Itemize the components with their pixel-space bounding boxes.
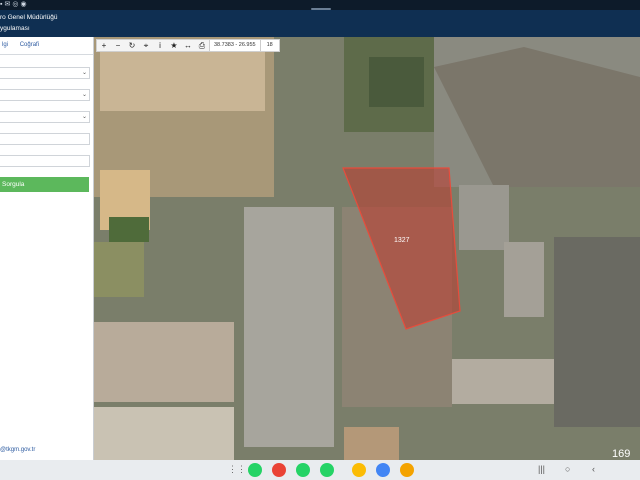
recent-apps-icon[interactable]: ||| xyxy=(538,464,545,474)
star-icon[interactable]: ★ xyxy=(167,40,181,51)
tab-geographic[interactable]: Coğrafi xyxy=(20,42,39,48)
contact-email[interactable]: @tkgm.gov.tr xyxy=(0,447,35,453)
district-select[interactable]: ⌄ xyxy=(0,89,90,101)
app-icon[interactable] xyxy=(400,463,414,477)
status-icons: ▪✉◎◉ xyxy=(0,1,29,8)
chevron-down-icon: ⌄ xyxy=(81,114,87,120)
neighborhood-select[interactable]: ⌄ xyxy=(0,111,90,123)
parcel-input[interactable] xyxy=(0,155,90,167)
sidebar: lgi Coğrafi ⌄ ⌄ ⌄ Sorgula @tkgm.gov.tr xyxy=(0,37,94,460)
overlay-number: 169 xyxy=(612,448,631,460)
whatsapp-icon[interactable] xyxy=(320,463,334,477)
sidebar-tabs: lgi Coğrafi xyxy=(0,37,93,55)
refresh-icon[interactable]: ↻ xyxy=(125,40,139,51)
back-icon[interactable]: ‹ xyxy=(592,464,595,474)
app-title-line1: ro Genel Müdürlüğü xyxy=(0,14,58,21)
search-button[interactable]: Sorgula xyxy=(0,177,89,192)
map-imagery: 1327 xyxy=(94,37,640,460)
block-input[interactable] xyxy=(0,133,90,145)
print-icon[interactable]: ⎙ xyxy=(195,40,209,51)
chevron-down-icon: ⌄ xyxy=(81,92,87,98)
whatsapp-icon[interactable] xyxy=(296,463,310,477)
whatsapp-icon[interactable] xyxy=(248,463,262,477)
app-header: ro Genel Müdürlüğü ygulaması xyxy=(0,10,640,37)
zoom-level: 18 xyxy=(259,40,279,51)
app-title-line2: ygulaması xyxy=(0,25,30,32)
chevron-down-icon: ⌄ xyxy=(81,70,87,76)
zoom-in-icon[interactable]: + xyxy=(97,40,111,51)
home-icon[interactable]: ○ xyxy=(565,464,570,474)
satellite-map[interactable]: 1327 + − ↻ ⌖ i ★ ↔ ⎙ 38.7383 - 26.955 18 xyxy=(94,37,640,460)
parcel-label: 1327 xyxy=(394,237,410,244)
map-toolbar: + − ↻ ⌖ i ★ ↔ ⎙ 38.7383 - 26.955 18 xyxy=(96,39,280,52)
info-icon[interactable]: i xyxy=(153,40,167,51)
chrome-icon[interactable] xyxy=(352,463,366,477)
measure-icon[interactable]: ↔ xyxy=(181,40,195,51)
zoom-out-icon[interactable]: − xyxy=(111,40,125,51)
gmail-icon[interactable] xyxy=(272,463,286,477)
coordinate-readout: 38.7383 - 26.955 xyxy=(209,40,260,51)
taskbar: ⋮⋮ ||| ○ ‹ xyxy=(0,460,640,480)
chrome-icon[interactable] xyxy=(376,463,390,477)
tab-info[interactable]: lgi xyxy=(2,42,8,48)
province-select[interactable]: ⌄ xyxy=(0,67,90,79)
crosshair-icon[interactable]: ⌖ xyxy=(139,40,153,51)
app-grid-icon[interactable]: ⋮⋮ xyxy=(228,464,246,475)
